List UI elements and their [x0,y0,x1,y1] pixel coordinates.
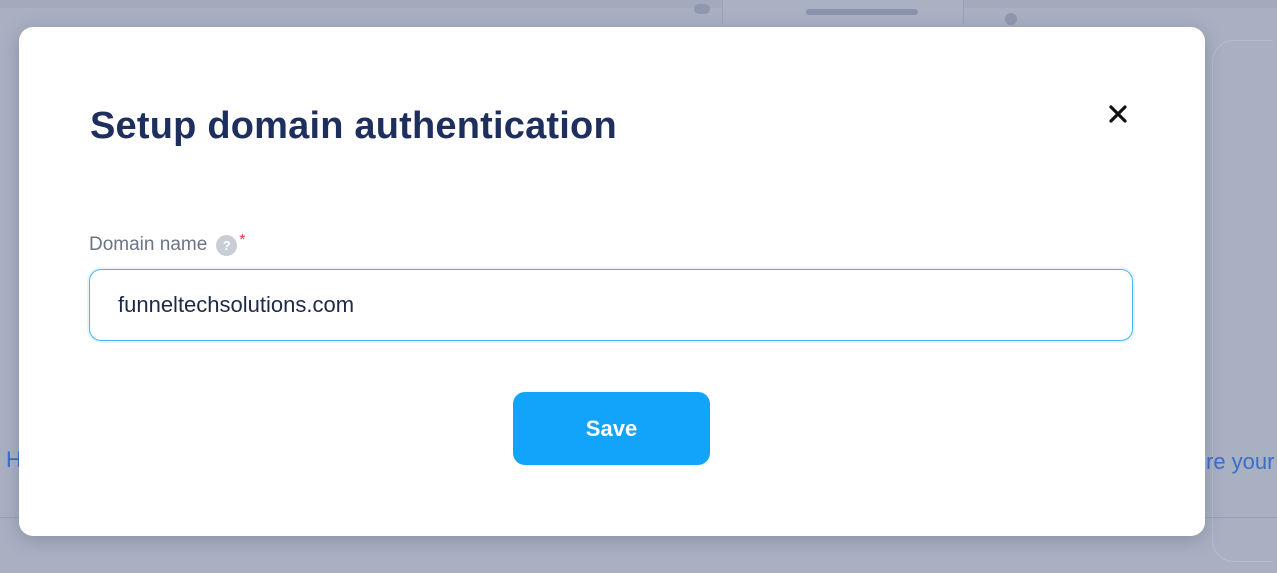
domain-name-label-row: Domain name ? * [89,232,246,258]
question-mark-icon[interactable]: ? [216,234,238,256]
background-side-card [1212,40,1273,562]
background-pill [806,9,918,15]
save-button[interactable]: Save [513,392,710,465]
background-dot [1005,13,1017,25]
close-button[interactable] [1101,97,1135,131]
close-icon [1109,105,1127,123]
modal-title: Setup domain authentication [90,105,617,147]
domain-auth-modal: Setup domain authentication Domain name … [19,27,1205,536]
domain-name-input[interactable] [89,269,1133,341]
domain-name-label: Domain name [89,234,208,255]
background-link-text-right: re your [1206,449,1275,474]
required-indicator: * [239,232,246,249]
background-dot [694,4,710,14]
